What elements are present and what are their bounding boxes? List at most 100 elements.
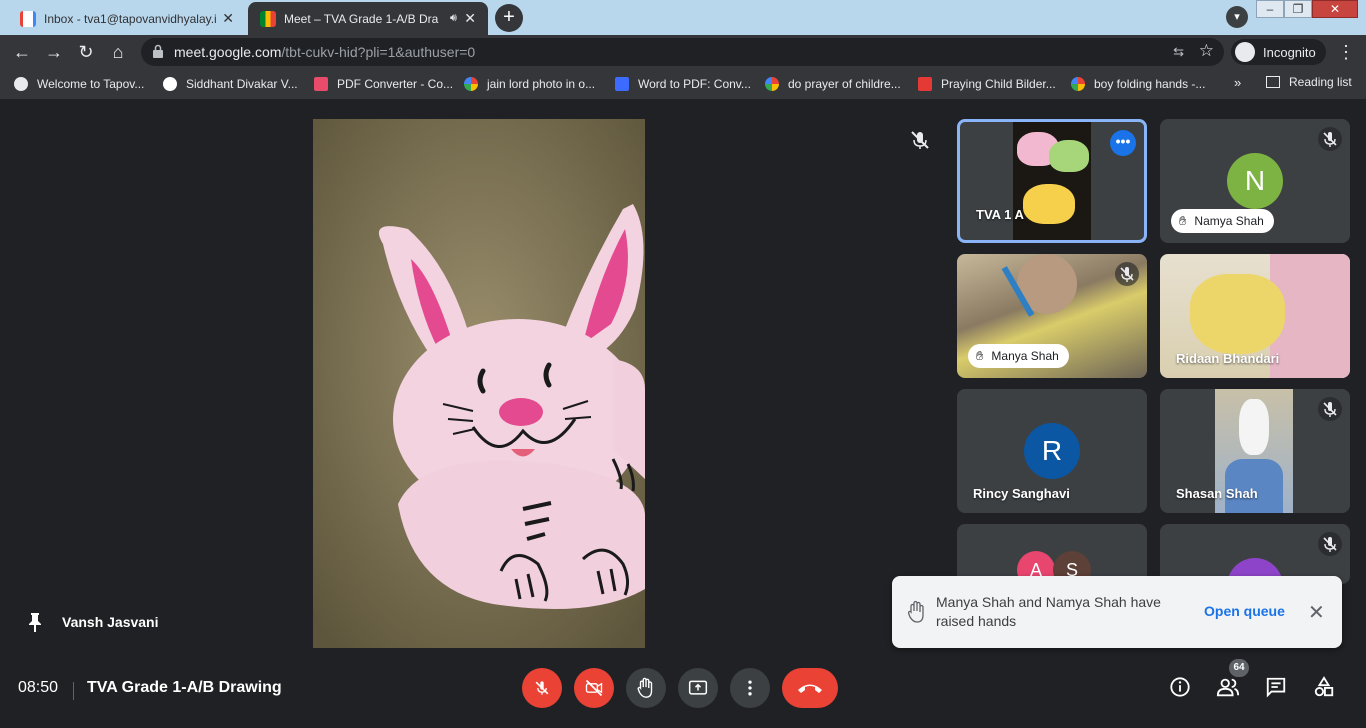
raised-hand-chip: ✋︎ Namya Shah: [1171, 209, 1274, 233]
bookmark-item[interactable]: Welcome to Tapov...: [14, 75, 144, 93]
bookmark-label: Praying Child Bilder...: [941, 77, 1056, 91]
tab-title: Inbox - tva1@tapovanvidhyalay.i: [44, 11, 217, 26]
browser-menu-icon[interactable]: ⋮: [1336, 40, 1356, 64]
participant-tile[interactable]: A S: [957, 524, 1147, 584]
audio-playing-icon[interactable]: 🔊︎: [450, 12, 457, 25]
bookmark-label: Siddhant Divakar V...: [186, 77, 298, 91]
tab-inbox[interactable]: Inbox - tva1@tapovanvidhyalay.i ✕: [8, 2, 246, 35]
bookmarks-bar: Welcome to Tapov... Siddhant Divakar V..…: [0, 69, 1366, 100]
participant-tile[interactable]: Shasan Shah: [1160, 389, 1350, 513]
window-controls: – ❐ ✕: [1256, 0, 1358, 20]
mic-toggle-button[interactable]: [522, 668, 562, 708]
google-icon: [464, 77, 478, 91]
present-screen-icon: [688, 680, 708, 695]
mic-off-icon: [1318, 532, 1342, 556]
url-text: meet.google.com/tbt-cukv-hid?pli=1&authu…: [174, 44, 475, 60]
tab-title: Meet – TVA Grade 1-A/B Dra: [284, 11, 439, 26]
translate-icon[interactable]: ⇆: [1173, 44, 1184, 60]
divider: [73, 682, 74, 700]
bookmark-label: boy folding hands -...: [1094, 77, 1206, 91]
meeting-details-button[interactable]: [1167, 674, 1193, 700]
people-button[interactable]: [1215, 674, 1241, 700]
participant-tile[interactable]: Ridaan Bhandari: [1160, 254, 1350, 378]
browser-tabstrip: Inbox - tva1@tapovanvidhyalay.i ✕ Meet –…: [0, 0, 1366, 35]
avatar: R: [1024, 423, 1080, 479]
close-tab-icon[interactable]: ✕: [464, 10, 476, 27]
bookmark-item[interactable]: Word to PDF: Conv...: [615, 75, 751, 93]
mic-off-icon: [911, 131, 929, 149]
back-icon[interactable]: ←: [10, 40, 34, 64]
participant-tile[interactable]: ••• TVA 1 A: [957, 119, 1147, 243]
more-options-icon[interactable]: •••: [1110, 130, 1136, 156]
raise-hand-icon: [637, 677, 653, 698]
restore-button[interactable]: ❐: [1284, 0, 1312, 18]
raised-hand-icon: [908, 600, 924, 623]
participant-video: [1013, 122, 1091, 240]
pin-icon[interactable]: [28, 612, 42, 632]
more-bookmarks-button[interactable]: »: [1234, 75, 1241, 90]
info-icon: [1170, 677, 1190, 697]
bookmark-item[interactable]: Praying Child Bilder...: [918, 75, 1056, 93]
profile-icon: [163, 77, 177, 91]
more-vert-icon: [748, 680, 752, 696]
camera-toggle-button[interactable]: [574, 668, 614, 708]
bookmark-label: jain lord photo in o...: [487, 77, 596, 91]
people-icon: [1216, 678, 1240, 697]
participant-tile[interactable]: R Rincy Sanghavi: [957, 389, 1147, 513]
chat-button[interactable]: [1263, 674, 1289, 700]
google-icon: [765, 77, 779, 91]
raise-hand-button[interactable]: [626, 668, 666, 708]
present-screen-button[interactable]: [678, 668, 718, 708]
minimize-button[interactable]: –: [1256, 0, 1284, 18]
raised-hand-icon: ✋︎: [976, 348, 984, 363]
participant-tile[interactable]: N ✋︎ Namya Shah: [1160, 119, 1350, 243]
participant-count-badge: 64: [1229, 659, 1249, 677]
raised-hand-chip: ✋︎ Manya Shah: [968, 344, 1069, 368]
participant-tile[interactable]: [1160, 524, 1350, 584]
bookmark-item[interactable]: boy folding hands -...: [1071, 75, 1205, 93]
lock-icon: [153, 44, 163, 58]
close-icon[interactable]: ✕: [1308, 600, 1325, 625]
google-icon: [1071, 77, 1085, 91]
mic-off-icon: [535, 681, 549, 695]
reload-icon[interactable]: ↻: [74, 40, 98, 64]
incognito-icon: [1235, 42, 1255, 62]
bookmark-item[interactable]: do prayer of childre...: [765, 75, 901, 93]
url-host: meet.google.com: [174, 44, 282, 60]
end-call-button[interactable]: [782, 668, 838, 708]
incognito-indicator[interactable]: Incognito: [1231, 39, 1326, 65]
google-meet-icon: [260, 10, 276, 27]
reading-list-button[interactable]: Reading list: [1266, 75, 1352, 89]
forward-icon[interactable]: →: [42, 40, 66, 64]
bookmark-label: Welcome to Tapov...: [37, 77, 145, 91]
new-tab-button[interactable]: +: [495, 4, 523, 32]
incognito-label: Incognito: [1263, 44, 1316, 60]
tab-search-icon[interactable]: ▾: [1226, 6, 1248, 28]
bookmark-label: do prayer of childre...: [788, 77, 901, 91]
main-video-feed: [313, 119, 645, 648]
bookmark-item[interactable]: PDF Converter - Co...: [314, 75, 453, 93]
clock: 08:50: [18, 679, 59, 696]
close-tab-icon[interactable]: ✕: [222, 10, 234, 27]
word-to-pdf-icon: [615, 77, 629, 91]
activities-button[interactable]: [1311, 674, 1337, 700]
bookmark-label: PDF Converter - Co...: [337, 77, 454, 91]
raised-hand-icon: ✋︎: [1179, 213, 1187, 228]
bookmark-item[interactable]: jain lord photo in o...: [464, 75, 595, 93]
more-options-button[interactable]: [730, 668, 770, 708]
home-icon[interactable]: ⌂: [106, 40, 130, 64]
open-queue-button[interactable]: Open queue: [1204, 603, 1285, 619]
address-bar[interactable]: meet.google.com/tbt-cukv-hid?pli=1&authu…: [141, 38, 1224, 66]
window-close-button[interactable]: ✕: [1312, 0, 1358, 18]
participant-name: Rincy Sanghavi: [973, 486, 1070, 501]
tab-meet[interactable]: Meet – TVA Grade 1-A/B Dra 🔊︎ ✕: [248, 2, 488, 35]
reading-list-icon: [1266, 76, 1280, 88]
camera-off-icon: [585, 679, 603, 697]
participant-name: Ridaan Bhandari: [1176, 351, 1280, 366]
participant-name: Shasan Shah: [1176, 486, 1258, 501]
participant-tile[interactable]: ✋︎ Manya Shah: [957, 254, 1147, 378]
browser-toolbar: ← → ↻ ⌂ meet.google.com/tbt-cukv-hid?pli…: [0, 35, 1366, 69]
participant-name: TVA 1 A: [976, 207, 1024, 222]
bookmark-star-icon[interactable]: ☆: [1199, 41, 1214, 61]
bookmark-item[interactable]: Siddhant Divakar V...: [163, 75, 298, 93]
